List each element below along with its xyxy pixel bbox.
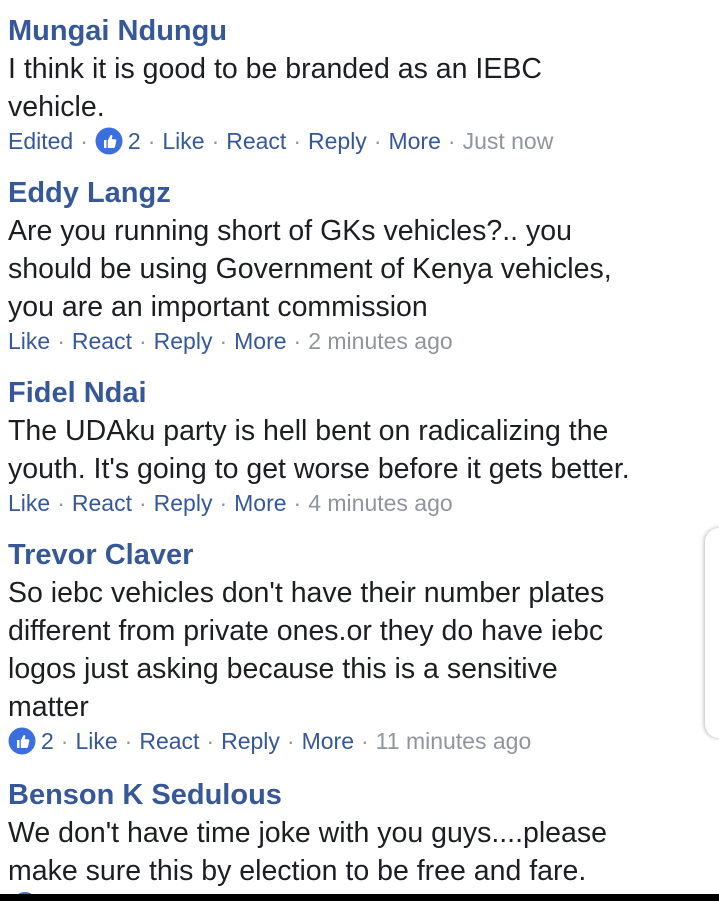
more-link[interactable]: More xyxy=(302,726,354,756)
comment-text-line: Are you running short of GKs vehicles?..… xyxy=(8,215,572,247)
screen-bottom-edge xyxy=(0,894,719,901)
reply-link[interactable]: Reply xyxy=(308,126,367,156)
separator: · xyxy=(124,728,133,754)
like-link[interactable]: Like xyxy=(75,726,117,756)
comment-text-line: you are an important commission xyxy=(8,291,428,323)
more-link[interactable]: More xyxy=(388,126,440,156)
comment-text: So iebc vehicles don't have their number… xyxy=(8,574,713,726)
comment-item: Fidel Ndai The UDAku party is hell bent … xyxy=(8,376,713,518)
separator: · xyxy=(293,328,302,354)
separator: · xyxy=(138,490,147,516)
comment-actions: Edited · 2 · Like · React · Reply · More… xyxy=(8,126,713,156)
comment-text-line: make sure this by election to be free an… xyxy=(8,855,587,887)
comment-text: Are you running short of GKs vehicles?..… xyxy=(8,212,713,326)
comment-text-line: I think it is good to be branded as an I… xyxy=(8,53,542,85)
comment-text-line: matter xyxy=(8,691,89,723)
reply-link[interactable]: Reply xyxy=(221,726,280,756)
thumbs-up-icon xyxy=(95,127,123,155)
separator: · xyxy=(293,490,302,516)
comment-author[interactable]: Trevor Claver xyxy=(8,538,713,572)
comment-actions: Like · React · Reply · More · 4 minutes … xyxy=(8,488,713,518)
react-link[interactable]: React xyxy=(226,126,286,156)
more-link[interactable]: More xyxy=(234,326,286,356)
separator: · xyxy=(447,128,456,154)
comment-actions: 2 · Like · React · Reply · More · 11 min… xyxy=(8,726,713,756)
separator: · xyxy=(57,328,65,354)
separator: · xyxy=(138,328,147,354)
like-link[interactable]: Like xyxy=(8,488,50,518)
react-link[interactable]: React xyxy=(72,326,132,356)
separator: · xyxy=(219,328,228,354)
comment-timestamp[interactable]: 11 minutes ago xyxy=(376,726,532,756)
separator: · xyxy=(147,128,156,154)
separator: · xyxy=(219,490,228,516)
separator: · xyxy=(373,128,382,154)
separator: · xyxy=(286,728,295,754)
comment-author[interactable]: Fidel Ndai xyxy=(8,376,713,410)
separator: · xyxy=(206,728,215,754)
separator: · xyxy=(293,128,301,154)
react-link[interactable]: React xyxy=(72,488,132,518)
comment-text-line: logos just asking because this is a sens… xyxy=(8,653,558,685)
comment-timestamp[interactable]: Just now xyxy=(463,126,554,156)
comment-actions: Like · React · Reply · More · 2 minutes … xyxy=(8,326,713,356)
reply-link[interactable]: Reply xyxy=(154,488,213,518)
separator: · xyxy=(80,128,88,154)
like-count: 2 xyxy=(41,728,54,754)
comment-author[interactable]: Benson K Sedulous xyxy=(8,778,713,812)
more-link[interactable]: More xyxy=(234,488,286,518)
comment-item: Mungai Ndungu I think it is good to be b… xyxy=(8,14,713,156)
comments-feed: Mungai Ndungu I think it is good to be b… xyxy=(0,0,719,901)
like-count-badge[interactable]: 2 xyxy=(8,726,54,756)
comment-text-line: vehicle. xyxy=(8,91,105,123)
comment-timestamp[interactable]: 4 minutes ago xyxy=(308,488,452,518)
like-link[interactable]: Like xyxy=(8,326,50,356)
comment-text-line: youth. It's going to get worse before it… xyxy=(8,453,630,485)
react-link[interactable]: React xyxy=(139,726,199,756)
comment-item: Trevor Claver So iebc vehicles don't hav… xyxy=(8,538,713,756)
comment-text-line: So iebc vehicles don't have their number… xyxy=(8,577,605,609)
comment-timestamp[interactable]: 2 minutes ago xyxy=(308,326,452,356)
comment-text: The UDAku party is hell bent on radicali… xyxy=(8,412,713,488)
like-link[interactable]: Like xyxy=(162,126,204,156)
separator: · xyxy=(60,728,69,754)
comment-item: Benson K Sedulous We don't have time jok… xyxy=(8,778,713,890)
comment-text: I think it is good to be branded as an I… xyxy=(8,50,713,126)
comment-text-line: The UDAku party is hell bent on radicali… xyxy=(8,415,609,447)
comment-text: We don't have time joke with you guys...… xyxy=(8,814,713,890)
reply-link[interactable]: Reply xyxy=(154,326,213,356)
like-count: 2 xyxy=(127,128,141,154)
edited-link[interactable]: Edited xyxy=(8,126,73,156)
thumbs-up-icon xyxy=(8,727,36,755)
comment-author[interactable]: Mungai Ndungu xyxy=(8,14,713,48)
comment-author[interactable]: Eddy Langz xyxy=(8,176,713,210)
separator: · xyxy=(211,128,220,154)
separator: · xyxy=(57,490,65,516)
comment-text-line: We don't have time joke with you guys...… xyxy=(8,817,607,849)
comment-text-line: different from private ones.or they do h… xyxy=(8,615,604,647)
comment-item: Eddy Langz Are you running short of GKs … xyxy=(8,176,713,356)
separator: · xyxy=(361,728,369,754)
comment-text-line: should be using Government of Kenya vehi… xyxy=(8,253,612,285)
scroll-handle[interactable] xyxy=(705,528,719,738)
like-count-badge[interactable]: 2 xyxy=(95,126,141,156)
